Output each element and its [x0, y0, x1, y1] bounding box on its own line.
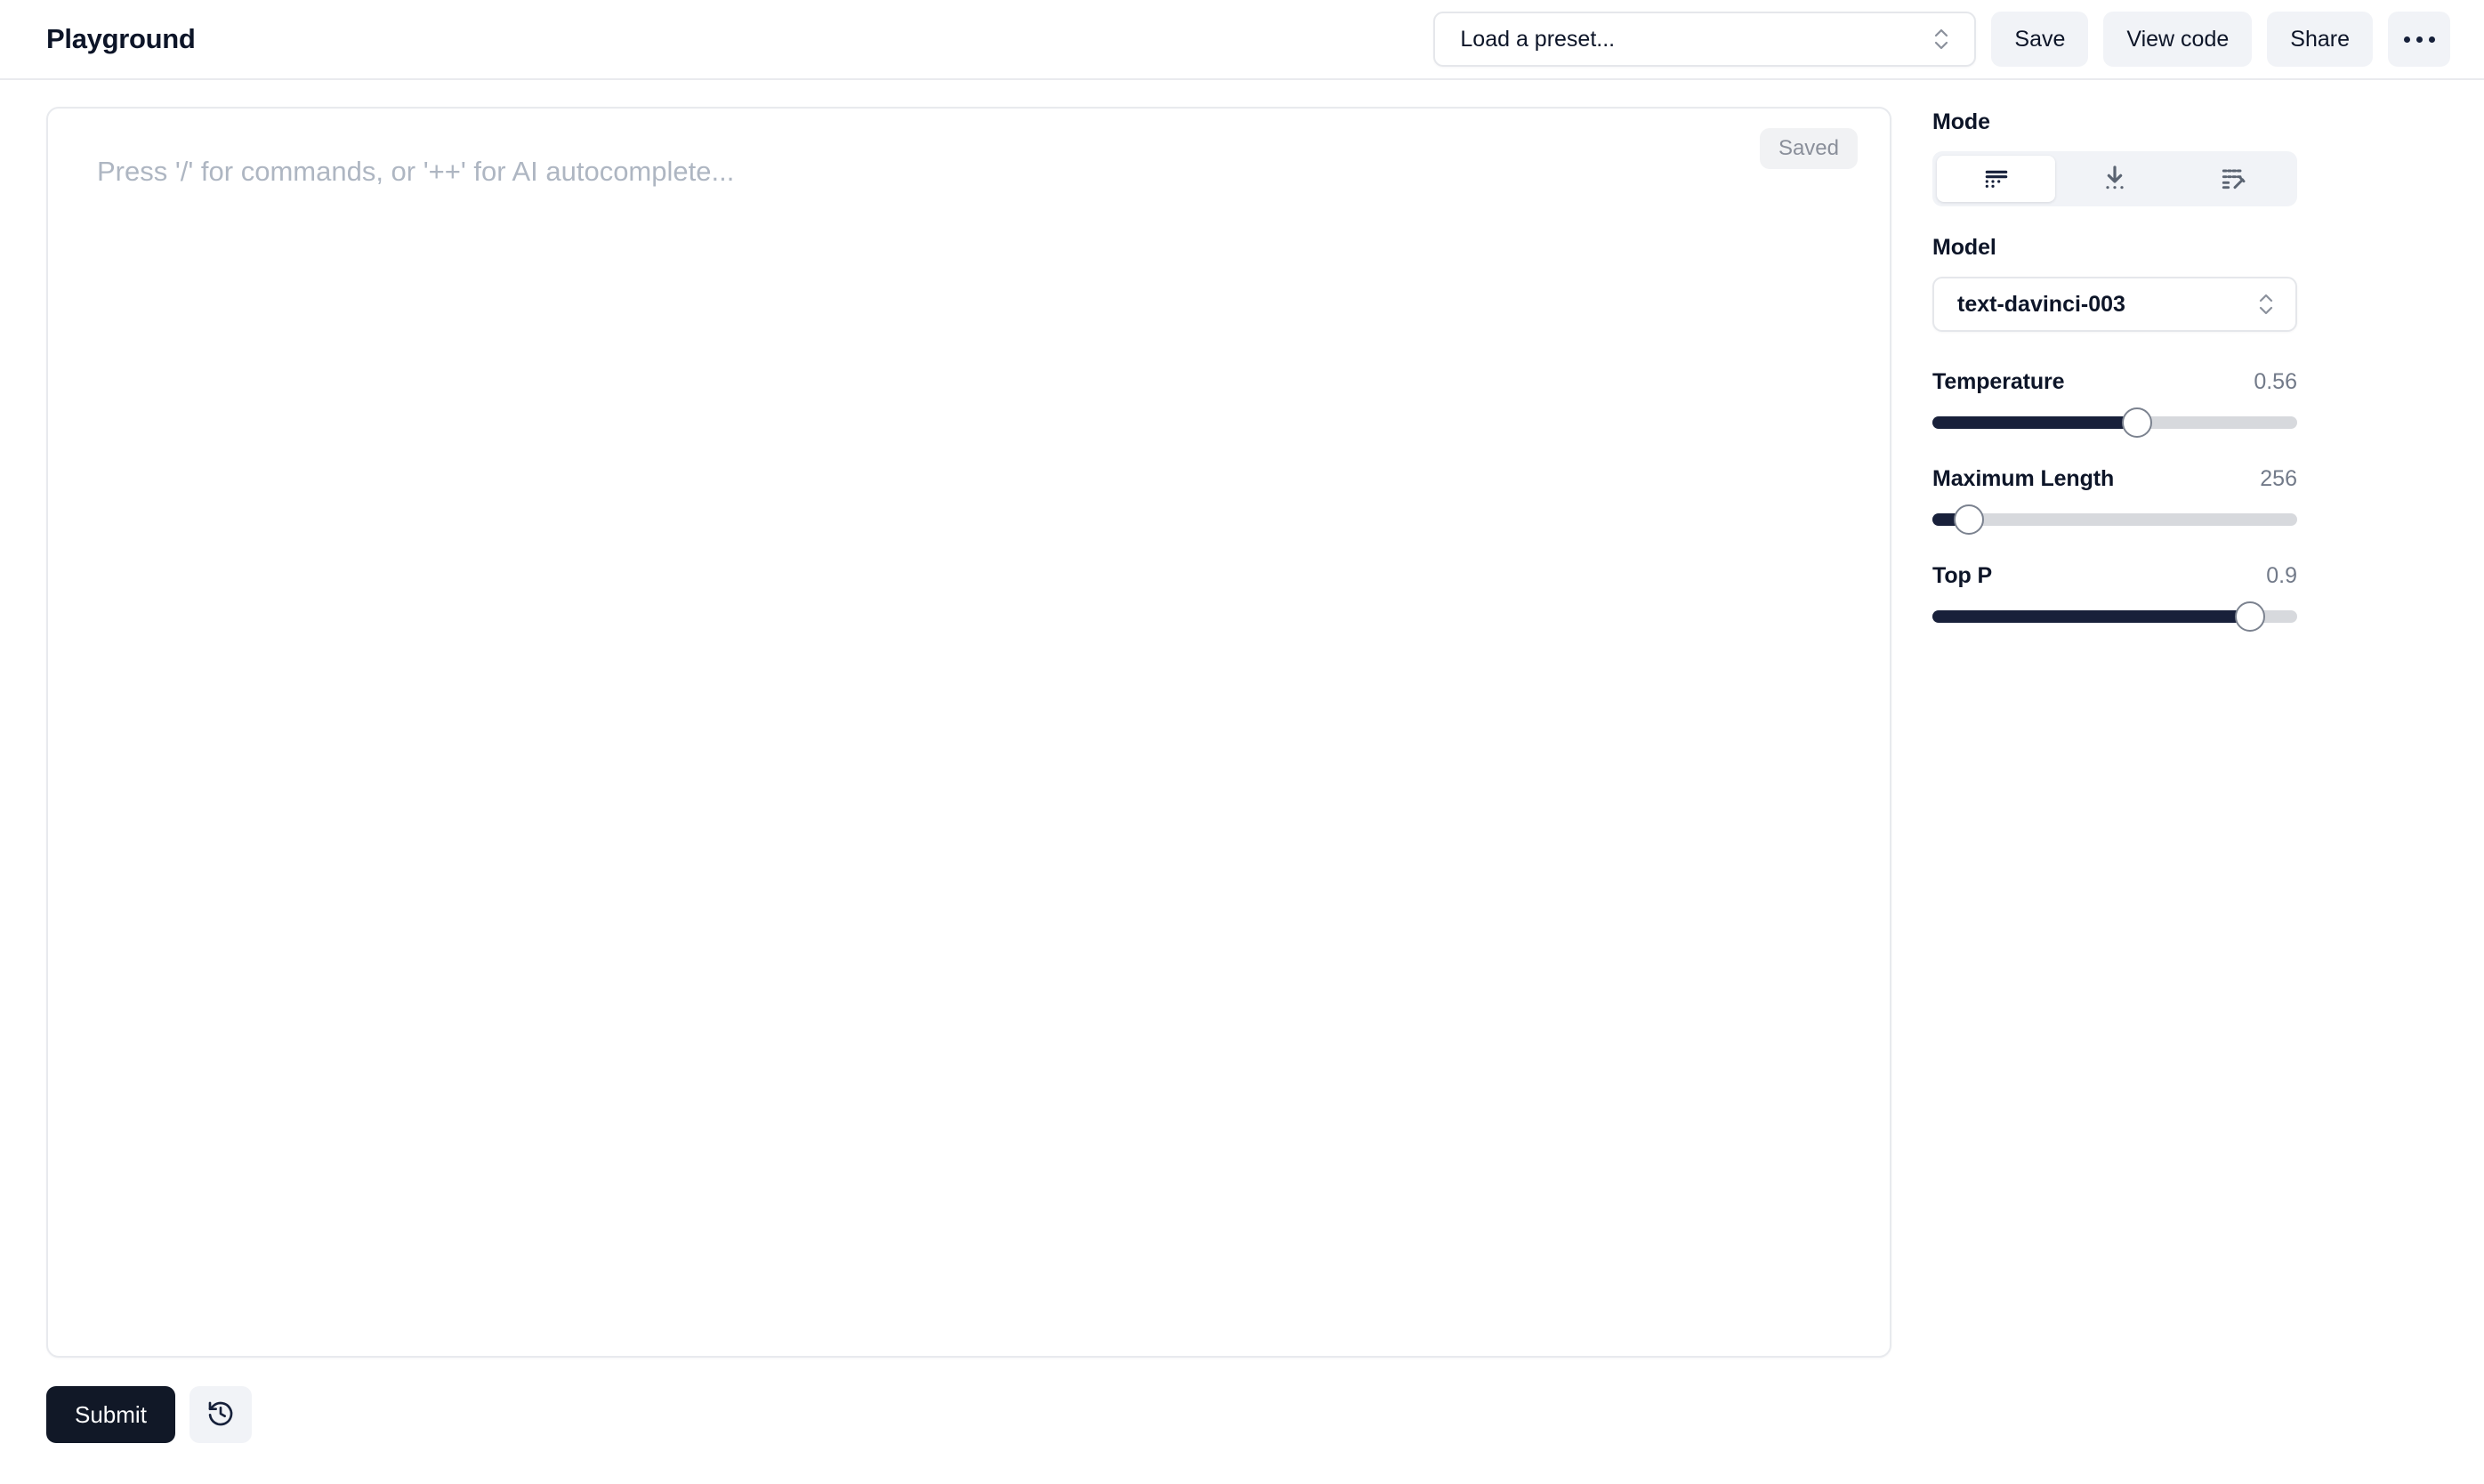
- mode-toggle-group: [1932, 151, 2297, 206]
- slider-temperature: Temperature 0.56: [1932, 369, 2297, 438]
- slider-top-p: Top P 0.9: [1932, 563, 2297, 632]
- slider-maximum-length-header: Maximum Length 256: [1932, 466, 2297, 492]
- more-options-button[interactable]: [2388, 12, 2450, 67]
- history-button[interactable]: [189, 1386, 252, 1443]
- model-label: Model: [1932, 235, 1996, 260]
- slider-top-p-track[interactable]: [1932, 601, 2297, 632]
- page-title: Playground: [46, 23, 196, 54]
- slider-temperature-thumb[interactable]: [2121, 407, 2152, 438]
- slider-temperature-fill: [1932, 416, 2137, 429]
- page-body: Press '/' for commands, or '++' for AI a…: [0, 80, 2484, 1484]
- slider-top-p-thumb[interactable]: [2234, 601, 2265, 632]
- editor-actions: Submit: [46, 1386, 1891, 1443]
- preset-select[interactable]: Load a preset...: [1433, 12, 1977, 67]
- settings-sidebar: Mode Model text-davinci-003 Temperature …: [1932, 107, 2297, 1484]
- mode-edit-button[interactable]: [2174, 156, 2293, 202]
- slider-maximum-length-thumb[interactable]: [1954, 504, 1984, 535]
- mode-label: Mode: [1932, 109, 1990, 134]
- editor-column: Press '/' for commands, or '++' for AI a…: [46, 107, 1891, 1484]
- lines-dots-icon: [1982, 164, 2011, 195]
- slider-top-p-header: Top P 0.9: [1932, 563, 2297, 589]
- save-button[interactable]: Save: [1991, 12, 2089, 67]
- mode-insert-button[interactable]: [2055, 156, 2174, 202]
- slider-temperature-track[interactable]: [1932, 407, 2297, 438]
- slider-top-p-fill: [1932, 610, 2250, 623]
- chevrons-up-down-icon: [1932, 24, 1951, 54]
- ellipsis-horizontal-icon: [2403, 36, 2435, 43]
- header-actions: Load a preset... Save View code Share: [1433, 12, 2450, 67]
- slider-temperature-header: Temperature 0.56: [1932, 369, 2297, 395]
- preset-select-value: Load a preset...: [1460, 26, 1616, 52]
- prompt-editor[interactable]: Press '/' for commands, or '++' for AI a…: [46, 107, 1891, 1358]
- slider-temperature-label: Temperature: [1932, 369, 2065, 394]
- slider-temperature-value: 0.56: [2254, 369, 2297, 394]
- chevrons-up-down-icon: [2256, 289, 2276, 319]
- slider-top-p-value: 0.9: [2266, 563, 2297, 588]
- view-code-button[interactable]: View code: [2103, 12, 2253, 67]
- slider-maximum-length-value: 256: [2260, 466, 2297, 491]
- slider-maximum-length: Maximum Length 256: [1932, 466, 2297, 535]
- status-badge: Saved: [1759, 128, 1858, 169]
- slider-maximum-length-track[interactable]: [1932, 504, 2297, 535]
- slider-maximum-length-label: Maximum Length: [1932, 466, 2115, 491]
- lines-pencil-icon: [2219, 164, 2247, 195]
- share-button[interactable]: Share: [2267, 12, 2373, 67]
- download-arrow-dots-icon: [2101, 164, 2129, 195]
- submit-button[interactable]: Submit: [46, 1386, 175, 1443]
- mode-complete-button[interactable]: [1937, 156, 2056, 202]
- slider-top-p-label: Top P: [1932, 563, 1993, 588]
- history-clock-icon: [206, 1399, 235, 1431]
- model-select[interactable]: text-davinci-003: [1932, 277, 2297, 332]
- app-header: Playground Load a preset... Save View co…: [0, 0, 2484, 80]
- model-select-value: text-davinci-003: [1957, 291, 2125, 317]
- prompt-editor-placeholder: Press '/' for commands, or '++' for AI a…: [97, 156, 735, 187]
